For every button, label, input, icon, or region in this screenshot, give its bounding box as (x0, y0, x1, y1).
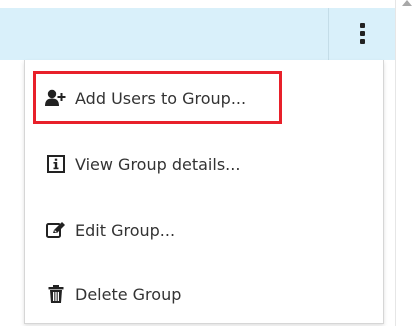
menu-item-edit-group[interactable]: Edit Group... (25, 206, 383, 254)
info-icon (45, 154, 67, 174)
menu-item-view-details[interactable]: View Group details... (25, 140, 383, 188)
menu-item-label: Add Users to Group... (75, 88, 247, 108)
group-actions-menu: Add Users to Group... View Group details… (24, 60, 384, 324)
menu-item-label: View Group details... (75, 154, 241, 174)
scrollbar[interactable] (396, 0, 419, 326)
menu-item-label: Edit Group... (75, 220, 176, 240)
menu-item-label: Delete Group (75, 284, 182, 304)
menu-item-delete-group[interactable]: Delete Group (25, 270, 383, 318)
edit-icon (45, 220, 67, 240)
kebab-menu-icon (360, 23, 366, 45)
menu-item-add-users[interactable]: Add Users to Group... (25, 74, 383, 122)
trash-icon (45, 284, 67, 304)
row-actions-button[interactable] (328, 8, 396, 60)
add-user-icon (45, 88, 67, 108)
page: Add Users to Group... View Group details… (0, 0, 419, 326)
